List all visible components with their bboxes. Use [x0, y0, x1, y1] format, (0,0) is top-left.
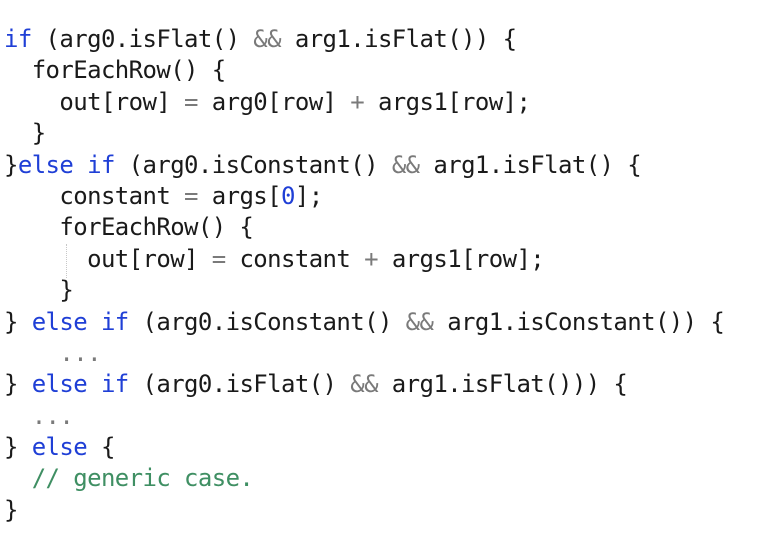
- code-token: }: [4, 150, 18, 179]
- code-line: } else {: [4, 432, 724, 463]
- keyword-token: else if: [31, 307, 130, 336]
- code-line: ...: [4, 338, 724, 369]
- code-line: } else if (arg0.isFlat() && arg1.isFlat(…: [4, 369, 724, 400]
- comment-token: // generic case.: [4, 464, 254, 493]
- code-block: if (arg0.isFlat() && arg1.isFlat()) { fo…: [4, 24, 725, 526]
- code-token: ];: [294, 181, 323, 210]
- code-line: out[row] = arg0[row] + args1[row];: [4, 87, 724, 118]
- code-line: // generic case.: [4, 463, 724, 494]
- code-line: }: [4, 118, 724, 149]
- code-token: (arg0.isConstant(): [114, 150, 392, 179]
- code-token: (arg0.isFlat(): [128, 370, 351, 399]
- code-token: constant: [225, 244, 365, 273]
- code-token: }: [4, 433, 32, 462]
- code-token: }: [4, 307, 32, 336]
- code-token: {: [87, 433, 115, 462]
- code-token: (arg0.isFlat(): [31, 25, 254, 53]
- code-token: }: [4, 276, 74, 305]
- code-token: out[row]: [4, 244, 212, 273]
- number-token: 0: [281, 181, 295, 210]
- code-token: args1[row];: [364, 87, 531, 116]
- code-token: }: [4, 370, 32, 399]
- operator-token: =: [184, 87, 198, 116]
- code-line: constant = args[0];: [4, 181, 724, 212]
- code-line: ...: [4, 401, 724, 432]
- code-token: constant: [4, 181, 185, 210]
- code-token: out[row]: [4, 87, 185, 116]
- operator-token: &&: [405, 307, 434, 336]
- code-line: out[row] = constant + args1[row];: [4, 244, 724, 275]
- code-token: args[: [197, 181, 282, 210]
- code-line: forEachRow() {: [4, 212, 724, 243]
- code-token: arg1.isFlat() {: [419, 150, 642, 179]
- operator-token: &&: [391, 150, 420, 179]
- code-token: arg1.isConstant()) {: [433, 307, 725, 336]
- code-line: forEachRow() {: [4, 55, 724, 86]
- ellipsis-token: ...: [4, 401, 74, 430]
- keyword-token: if: [4, 25, 32, 53]
- code-line: } else if (arg0.isConstant() && arg1.isC…: [4, 307, 725, 338]
- code-token: }: [4, 495, 18, 524]
- code-view: { "code": { "lines": [ [{"t":"kw","v":"i…: [0, 0, 780, 542]
- code-token: (arg0.isConstant(): [128, 307, 406, 336]
- code-line: }else if (arg0.isConstant() && arg1.isFl…: [4, 150, 724, 181]
- code-token: }: [4, 119, 46, 148]
- keyword-token: else: [31, 433, 88, 462]
- operator-token: =: [211, 244, 226, 273]
- keyword-token: else if: [31, 370, 130, 399]
- code-line: if (arg0.isFlat() && arg1.isFlat()) {: [4, 24, 724, 55]
- operator-token: +: [350, 87, 365, 116]
- code-token: arg1.isFlat())) {: [377, 370, 628, 399]
- code-token: forEachRow() {: [4, 213, 254, 242]
- operator-token: &&: [350, 370, 378, 399]
- operator-token: &&: [253, 25, 281, 53]
- ellipsis-token: ...: [4, 338, 101, 367]
- code-token: args1[row];: [377, 244, 545, 273]
- code-token: arg0[row]: [197, 87, 351, 116]
- code-line: }: [4, 275, 724, 306]
- code-token: arg1.isFlat()) {: [281, 25, 517, 53]
- code-token: forEachRow() {: [4, 56, 227, 85]
- operator-token: +: [364, 244, 378, 273]
- operator-token: =: [184, 181, 198, 210]
- code-line: }: [4, 495, 724, 526]
- keyword-token: else if: [17, 150, 116, 179]
- indent-guide: [66, 244, 67, 278]
